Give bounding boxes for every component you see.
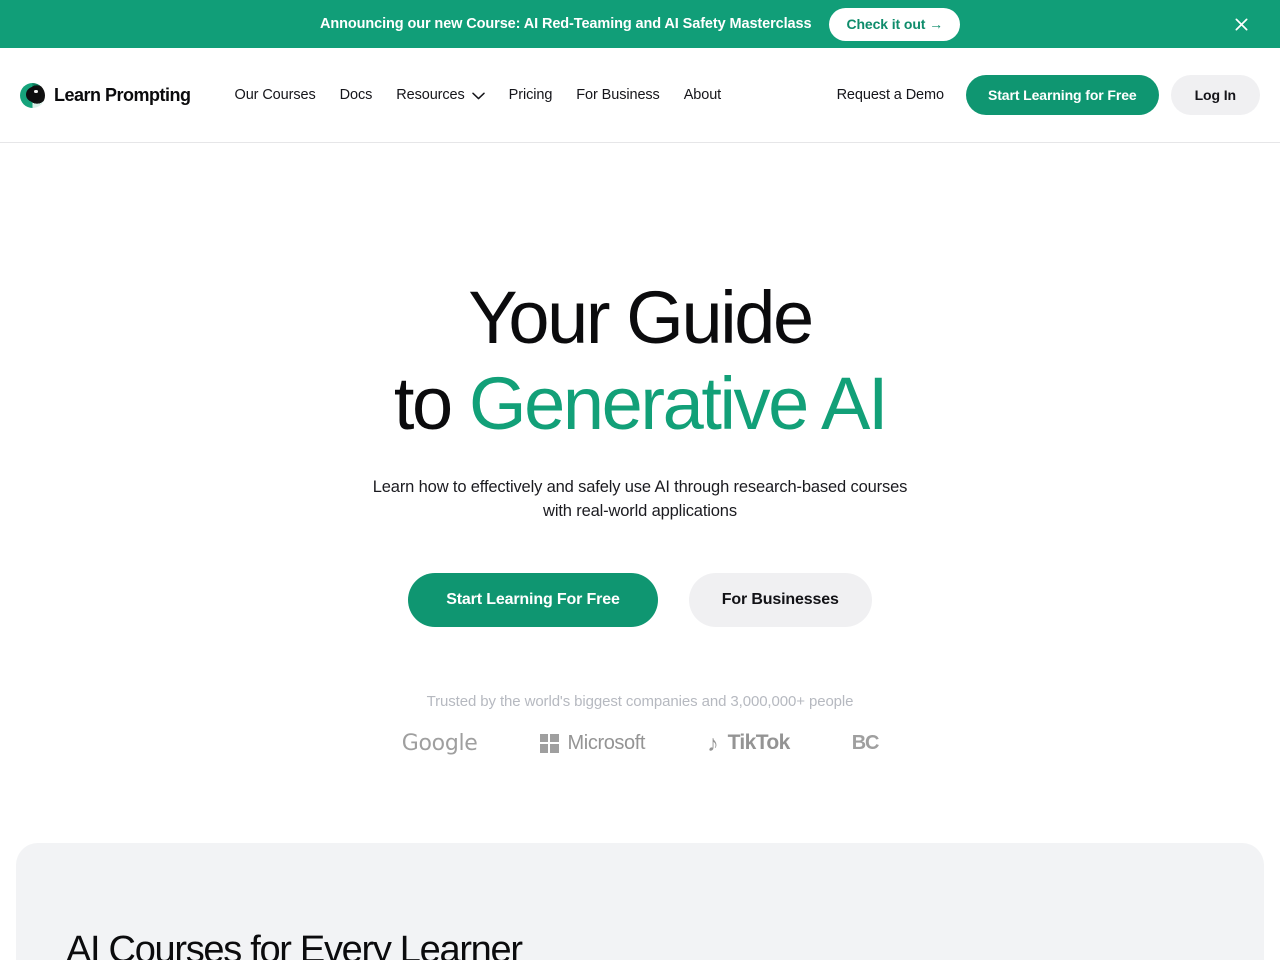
nav-item-label: Our Courses bbox=[234, 87, 316, 103]
nav-item-label: About bbox=[683, 87, 722, 103]
bc-logo-icon: BC bbox=[851, 731, 880, 755]
close-icon[interactable] bbox=[1228, 11, 1254, 37]
tiktok-logo-label: TikTok bbox=[727, 731, 791, 755]
request-demo-button[interactable]: Request a Demo bbox=[827, 79, 954, 111]
courses-section-title: AI Courses for Every Learner bbox=[66, 929, 523, 960]
tiktok-logo-icon: ♪ TikTok bbox=[707, 731, 790, 755]
main-navigation: Learn Prompting Our Courses Docs Resourc… bbox=[0, 48, 1280, 143]
google-logo-icon: Google bbox=[402, 731, 478, 756]
bc-logo-label: BC bbox=[851, 731, 880, 754]
courses-section-card: AI Courses for Every Learner bbox=[16, 843, 1264, 960]
login-button[interactable]: Log In bbox=[1170, 75, 1260, 115]
nav-item-label: Pricing bbox=[508, 87, 553, 103]
hero-title-line-2: to Generative AI bbox=[0, 367, 1280, 441]
nav-links: Our Courses Docs Resources Pricing For B… bbox=[223, 78, 734, 112]
announcement-banner: Announcing our new Course: AI Red-Teamin… bbox=[0, 0, 1280, 48]
microsoft-grid-icon bbox=[539, 733, 559, 753]
google-logo-label: Google bbox=[401, 730, 478, 756]
announcement-cta-button[interactable]: Check it out → bbox=[829, 7, 961, 41]
nav-item-docs[interactable]: Docs bbox=[328, 79, 385, 111]
nav-item-pricing[interactable]: Pricing bbox=[497, 79, 565, 111]
nav-item-our-courses[interactable]: Our Courses bbox=[223, 79, 328, 111]
page-title: Your Guide to Generative AI bbox=[0, 281, 1280, 441]
start-learning-button[interactable]: Start Learning for Free bbox=[965, 75, 1159, 115]
nav-item-label: For Business bbox=[576, 87, 660, 103]
nav-item-about[interactable]: About bbox=[672, 79, 733, 111]
brand-logo[interactable]: Learn Prompting bbox=[20, 82, 191, 108]
hero-start-learning-button[interactable]: Start Learning For Free bbox=[408, 572, 658, 627]
hero-for-businesses-button[interactable]: For Businesses bbox=[688, 572, 872, 627]
nav-item-for-business[interactable]: For Business bbox=[564, 79, 671, 111]
nav-actions: Request a Demo Start Learning for Free L… bbox=[827, 75, 1260, 115]
music-note-icon: ♪ bbox=[707, 729, 719, 756]
hero-subtitle: Learn how to effectively and safely use … bbox=[372, 478, 908, 521]
hero-title-prefix: to bbox=[393, 362, 469, 445]
hero-section: Your Guide to Generative AI Learn how to… bbox=[0, 143, 1280, 756]
hero-title-accent: Generative AI bbox=[468, 362, 889, 445]
announcement-text: Announcing our new Course: AI Red-Teamin… bbox=[319, 16, 812, 32]
chevron-down-icon bbox=[471, 88, 485, 104]
nav-item-label: Docs bbox=[339, 87, 373, 103]
nav-item-label: Resources bbox=[396, 87, 465, 103]
hero-actions: Start Learning For Free For Businesses bbox=[0, 572, 1280, 627]
microsoft-logo-icon: Microsoft bbox=[539, 731, 646, 755]
brand-name: Learn Prompting bbox=[54, 84, 191, 105]
learn-prompting-logo-icon bbox=[20, 82, 45, 108]
hero-title-line-1: Your Guide bbox=[468, 276, 814, 359]
microsoft-logo-label: Microsoft bbox=[567, 731, 646, 754]
partner-logos: Google Microsoft ♪ TikTok BC bbox=[0, 731, 1280, 756]
nav-item-resources[interactable]: Resources bbox=[384, 78, 496, 112]
trusted-by-text: Trusted by the world's biggest companies… bbox=[426, 692, 854, 710]
